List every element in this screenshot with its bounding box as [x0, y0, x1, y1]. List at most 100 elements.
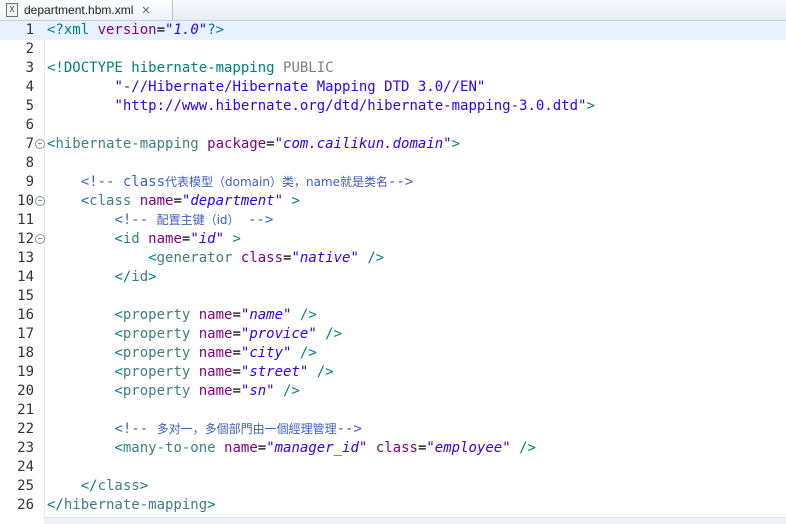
code-line[interactable]: 13 <generator class="native" />	[0, 249, 786, 268]
code-text: </hibernate-mapping>	[47, 496, 216, 515]
code-token: >	[139, 478, 149, 494]
code-line[interactable]: 25 </class>	[0, 477, 786, 496]
tab-department-hbm-xml[interactable]: X department.hbm.xml ✕	[0, 0, 173, 20]
line-number: 9	[25, 174, 34, 190]
code-token: "http://www.hibernate.org/dtd/hibernate-…	[114, 98, 587, 114]
code-text: </class>	[47, 477, 148, 496]
code-line[interactable]: 24	[0, 458, 786, 477]
close-icon[interactable]: ✕	[141, 4, 150, 17]
code-text: <property name="name" />	[47, 306, 316, 325]
code-text: <!-- class代表模型（domain）类，name就是类名-->	[47, 173, 414, 192]
xml-file-icon: X	[6, 3, 18, 17]
code-line[interactable]: 14 </id>	[0, 268, 786, 287]
code-line[interactable]: 5 "http://www.hibernate.org/dtd/hibernat…	[0, 97, 786, 116]
code-token: />	[316, 326, 343, 342]
code-text: "-//Hibernate/Hibernate Mapping DTD 3.0/…	[47, 78, 485, 97]
code-token: >	[586, 98, 595, 114]
code-line[interactable]: 12− <id name="id" >	[0, 230, 786, 249]
code-line[interactable]: 16 <property name="name" />	[0, 306, 786, 325]
line-number: 8	[25, 155, 34, 171]
line-number: 3	[25, 60, 34, 76]
code-line[interactable]: 7− <hibernate-mapping package="com.cailik…	[0, 135, 786, 154]
fold-collapse-icon[interactable]: −	[35, 196, 45, 206]
line-number: 23	[17, 440, 34, 456]
code-line[interactable]: 8	[0, 154, 786, 173]
code-line[interactable]: 4 "-//Hibernate/Hibernate Mapping DTD 3.…	[0, 78, 786, 97]
code-token: "sn"	[240, 383, 275, 399]
code-line[interactable]: 6	[0, 116, 786, 135]
code-token: =	[156, 22, 166, 38]
code-token: </	[114, 269, 132, 285]
code-token: property	[122, 345, 199, 361]
code-line[interactable]: 2	[0, 40, 786, 59]
code-token: -->	[239, 212, 274, 228]
code-token: "employee"	[426, 440, 511, 456]
code-token: name	[198, 364, 233, 380]
code-token: >	[451, 136, 461, 152]
code-token: <!--	[114, 421, 157, 437]
line-number: 20	[17, 383, 34, 399]
code-token: =	[232, 345, 241, 361]
code-token: <	[114, 383, 123, 399]
line-number: 11	[17, 212, 34, 228]
code-token: -->	[336, 421, 362, 437]
code-token: "id"	[190, 231, 225, 247]
code-line[interactable]: 18 <property name="city" />	[0, 344, 786, 363]
line-number: 24	[17, 459, 34, 475]
code-line[interactable]: 19 <property name="street" />	[0, 363, 786, 382]
fold-collapse-icon[interactable]: −	[35, 234, 45, 244]
code-text: <!DOCTYPE hibernate-mapping PUBLIC	[47, 59, 334, 78]
code-token: "city"	[240, 345, 292, 361]
code-text: <!-- 多对一，多個部門由一個經理管理-->	[47, 420, 362, 439]
code-editor[interactable]: 1 <?xml version="1.0"?> 2 3 <!DOCTYPE hibern…	[0, 21, 786, 524]
code-text: <?xml version="1.0"?>	[47, 21, 224, 40]
code-line[interactable]: 3 <!DOCTYPE hibernate-mapping PUBLIC	[0, 59, 786, 78]
code-token: hibernate-mapping	[63, 497, 208, 513]
code-token: <	[114, 440, 123, 456]
code-line[interactable]: 22 <!-- 多对一，多個部門由一個經理管理-->	[0, 420, 786, 439]
code-line[interactable]: 11 <!-- 配置主键（id） -->	[0, 211, 786, 230]
code-line[interactable]: 20 <property name="sn" />	[0, 382, 786, 401]
code-token: DOCTYPE hibernate-mapping	[63, 60, 284, 76]
code-token: >	[207, 497, 216, 513]
fold-collapse-icon[interactable]: −	[35, 139, 45, 149]
code-token: <!--	[114, 212, 157, 228]
code-line[interactable]: 9 <!-- class代表模型（domain）类，name就是类名-->	[0, 173, 786, 192]
code-line[interactable]: 10− <class name="department" >	[0, 192, 786, 211]
code-line[interactable]: 23 <many-to-one name="manager_id" class=…	[0, 439, 786, 458]
code-line[interactable]: 15	[0, 287, 786, 306]
code-line[interactable]: 26 </hibernate-mapping>	[0, 496, 786, 515]
code-token: many-to-one	[122, 440, 225, 456]
horizontal-scrollbar[interactable]	[44, 517, 786, 524]
code-token: "name"	[240, 307, 292, 323]
code-token: 代表模型（domain）类，name就是类名	[165, 175, 388, 189]
code-line[interactable]: 17 <property name="provice" />	[0, 325, 786, 344]
code-token: />	[358, 250, 385, 266]
line-number: 16	[17, 307, 34, 323]
code-token: <!-- class	[80, 174, 166, 190]
line-number: 17	[17, 326, 34, 342]
code-token: name	[224, 440, 258, 456]
code-token: <	[114, 307, 123, 323]
code-token: generator	[156, 250, 241, 266]
code-token: <	[114, 364, 123, 380]
code-token: >	[148, 269, 157, 285]
code-token: >	[283, 193, 300, 209]
code-token: hibernate-mapping	[55, 136, 208, 152]
code-line[interactable]: 21	[0, 401, 786, 420]
code-token: ?>	[207, 22, 225, 38]
code-token: name	[139, 193, 174, 209]
code-token: <	[148, 250, 157, 266]
line-number: 13	[17, 250, 34, 266]
code-text: <hibernate-mapping package="com.cailikun…	[47, 135, 460, 154]
code-token: class	[375, 440, 418, 456]
code-line[interactable]: 1 <?xml version="1.0"?>	[0, 21, 786, 40]
code-text: <class name="department" >	[47, 192, 300, 211]
